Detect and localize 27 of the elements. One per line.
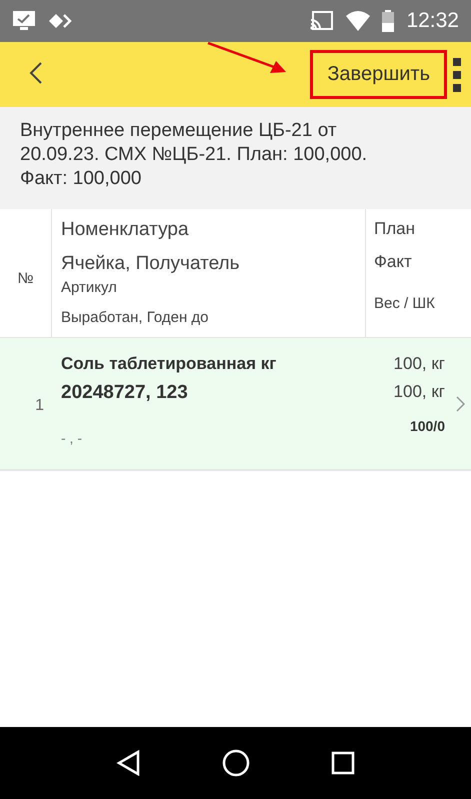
row-number: 1	[35, 396, 44, 414]
column-header: Номенклатура	[61, 219, 190, 242]
document-title: Внутреннее перемещение ЦБ-21 от 20.09.23. СМХ №ЦБ-21. План: 100,000. Факт: 100,000	[20, 119, 368, 191]
item-cell-text: 20248727, 123	[61, 382, 189, 405]
screen-check-icon	[12, 10, 36, 32]
column-header: Ячейка, Получатель	[61, 253, 241, 276]
column-header: Артикул	[61, 278, 118, 298]
finish-button[interactable]: Завершить	[310, 50, 447, 99]
chevron-icon	[456, 396, 465, 412]
plan-quantity: 100, кг	[394, 354, 445, 375]
column-header: План	[374, 219, 416, 240]
item-dates: - , -	[61, 429, 83, 446]
table-row[interactable]: 1 Соль таблетированная кг 20248727, 123 - , - 100, кг 100, кг 100/0	[0, 338, 471, 471]
battery-icon	[382, 10, 394, 32]
column-header: Вес / ШК	[374, 294, 436, 312]
kebab-menu-icon	[453, 58, 461, 92]
clock-time: 12:32	[406, 9, 459, 33]
weight-barcode: 100/0	[410, 417, 445, 434]
chevron-left-icon	[28, 61, 44, 85]
cast-icon	[310, 11, 334, 31]
fact-quantity: 100, кг	[394, 382, 445, 403]
wifi-icon	[346, 11, 370, 31]
diamond-arrows-icon	[48, 13, 74, 29]
column-header: Факт	[374, 252, 413, 273]
item-name: Соль таблетированная кг	[61, 354, 278, 375]
column-header: №	[17, 270, 34, 286]
column-header: Выработан, Годен до	[61, 308, 210, 326]
